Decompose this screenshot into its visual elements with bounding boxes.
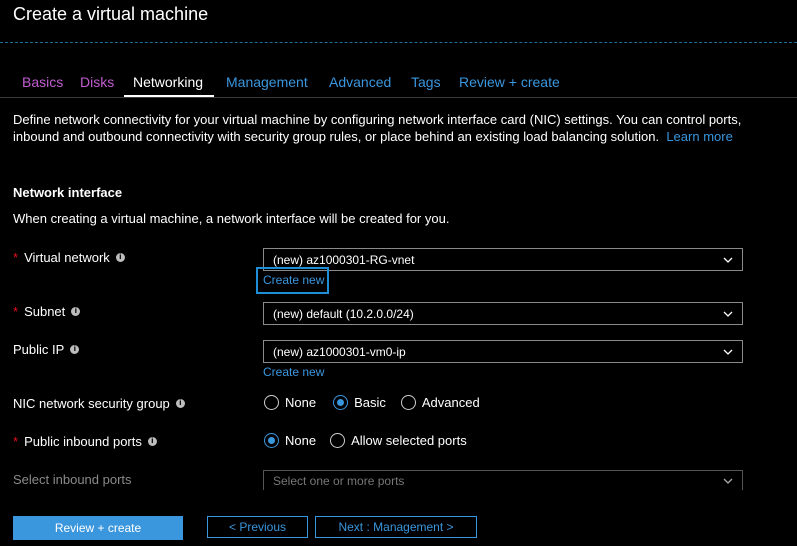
select-inbound-ports-placeholder: Select one or more ports	[273, 474, 405, 488]
inbound-option-label: None	[285, 433, 317, 448]
virtual-network-select[interactable]: (new) az1000301-RG-vnet	[263, 248, 743, 271]
radio-button[interactable]	[330, 433, 346, 448]
public-ip-value: (new) az1000301-vm0-ip	[273, 344, 406, 359]
virtual-network-label: * Virtual network i	[13, 250, 125, 265]
nic-nsg-radio-group: None Basic Advanced	[264, 395, 480, 410]
chevron-down-icon	[723, 478, 733, 484]
info-icon[interactable]: i	[115, 253, 125, 262]
tab-disks[interactable]: Disks	[80, 74, 114, 90]
chevron-down-icon	[723, 349, 733, 355]
learn-more-link[interactable]: Learn more	[666, 129, 732, 144]
tab-basics[interactable]: Basics	[22, 74, 63, 90]
info-icon[interactable]: i	[147, 437, 157, 446]
network-interface-subtext: When creating a virtual machine, a netwo…	[13, 211, 450, 226]
inbound-option-label: Allow selected ports	[351, 433, 467, 448]
description-text: Define network connectivity for your vir…	[13, 112, 742, 144]
public-ip-select[interactable]: (new) az1000301-vm0-ip	[263, 340, 743, 363]
inbound-option-allow-selected[interactable]: Allow selected ports	[330, 433, 467, 448]
create-new-vnet-link[interactable]: Create new	[263, 273, 324, 287]
radio-button[interactable]	[264, 395, 279, 410]
title-divider	[0, 42, 797, 43]
subnet-select[interactable]: (new) default (10.2.0.0/24)	[263, 302, 743, 325]
public-inbound-ports-radio-group: None Allow selected ports	[264, 433, 467, 448]
public-inbound-ports-label-text: Public inbound ports	[24, 434, 142, 449]
tab-management[interactable]: Management	[226, 74, 308, 90]
nic-nsg-option-label: Advanced	[421, 395, 480, 410]
radio-button[interactable]	[400, 395, 416, 410]
scroll-clip	[0, 490, 797, 502]
public-ip-label-text: Public IP	[13, 342, 65, 357]
network-interface-heading: Network interface	[13, 185, 123, 200]
subnet-label: * Subnet i	[13, 304, 81, 319]
select-inbound-ports-label-text: Select inbound ports	[13, 472, 132, 487]
info-icon[interactable]: i	[175, 399, 185, 408]
create-new-public-ip-link[interactable]: Create new	[263, 365, 324, 379]
networking-description: Define network connectivity for your vir…	[13, 111, 753, 145]
previous-button[interactable]: < Previous	[207, 516, 308, 538]
tab-tags[interactable]: Tags	[411, 74, 441, 90]
nic-nsg-option-label: None	[285, 395, 317, 410]
radio-button-selected[interactable]	[264, 433, 279, 448]
nic-nsg-label: NIC network security group i	[13, 396, 185, 411]
public-inbound-ports-label: * Public inbound ports i	[13, 434, 157, 449]
inbound-option-none[interactable]: None	[264, 433, 316, 448]
info-icon[interactable]: i	[70, 345, 80, 354]
review-create-button[interactable]: Review + create	[13, 516, 183, 540]
chevron-down-icon	[723, 311, 733, 317]
page-title: Create a virtual machine	[13, 4, 209, 24]
public-ip-label: Public IP i	[13, 342, 80, 357]
chevron-down-icon	[723, 257, 733, 263]
required-marker: *	[13, 434, 19, 449]
next-management-button[interactable]: Next : Management >	[315, 516, 477, 538]
virtual-network-value: (new) az1000301-RG-vnet	[273, 252, 415, 267]
tab-advanced[interactable]: Advanced	[329, 74, 391, 90]
nic-nsg-label-text: NIC network security group	[13, 396, 170, 411]
required-marker: *	[13, 304, 19, 319]
info-icon[interactable]: i	[71, 307, 81, 316]
nic-nsg-option-none[interactable]: None	[264, 395, 316, 410]
tabs-divider	[0, 97, 797, 98]
subnet-label-text: Subnet	[24, 304, 66, 319]
nic-nsg-option-label: Basic	[354, 395, 386, 410]
nic-nsg-option-basic[interactable]: Basic	[333, 395, 386, 410]
required-marker: *	[13, 250, 19, 265]
select-inbound-ports-label: Select inbound ports	[13, 472, 132, 487]
nic-nsg-option-advanced[interactable]: Advanced	[400, 395, 480, 410]
select-inbound-ports-select: Select one or more ports	[263, 470, 743, 492]
radio-button-selected[interactable]	[333, 395, 349, 410]
tab-review-create[interactable]: Review + create	[459, 74, 560, 90]
subnet-value: (new) default (10.2.0.0/24)	[273, 306, 414, 321]
virtual-network-label-text: Virtual network	[24, 250, 110, 265]
tab-networking[interactable]: Networking	[133, 74, 203, 90]
